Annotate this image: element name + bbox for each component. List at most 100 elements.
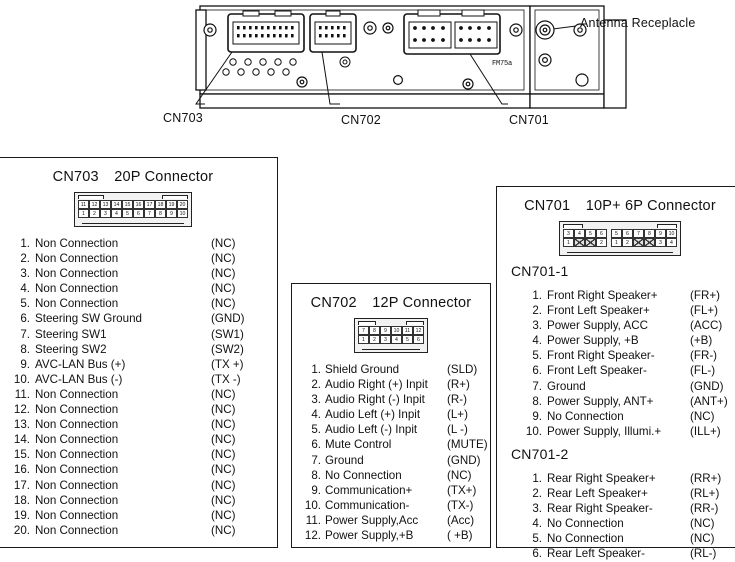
pin-list-item: 8. Steering SW2 (SW2) xyxy=(9,342,277,357)
pin-number: 6. xyxy=(311,438,321,452)
pin-list-item: 4. Non Connection (NC) xyxy=(9,281,277,296)
pin-signal-code: (SW1) xyxy=(211,327,244,341)
pin-signal-code: (TX-) xyxy=(447,498,474,512)
pin-list-item: 2. Rear Left Speaker+ (RL+) xyxy=(521,486,735,501)
connector-tab-left xyxy=(358,321,376,325)
pin-number: 5. xyxy=(532,532,542,546)
pin-number: 17. xyxy=(13,478,30,492)
connector-pin-9: 9 xyxy=(655,229,666,238)
pin-description: Front Right Speaker- xyxy=(547,349,655,363)
pin-list-item: 18. Non Connection (NC) xyxy=(9,493,277,508)
pin-signal-code: (NC) xyxy=(211,478,236,492)
pin-number: 4. xyxy=(532,334,542,348)
pin-description: Front Left Speaker+ xyxy=(547,304,650,318)
pin-number: 10. xyxy=(525,424,542,438)
pin-list-item: 6. Steering SW Ground (GND) xyxy=(9,311,277,326)
pin-signal-code: (NC) xyxy=(690,532,715,546)
pin-list-item: 12. Power Supply,+B ( +B) xyxy=(302,528,490,543)
connector-pin-2: 2 xyxy=(622,238,633,247)
pin-signal-code: (NC) xyxy=(211,448,236,462)
pin-description: Audio Right (-) Inpit xyxy=(325,393,425,407)
connector-pin-row-top: 3456 xyxy=(563,229,607,238)
pin-list-item: 3. Rear Right Speaker- (RR-) xyxy=(521,501,735,516)
connector-diagram-cn703: 11 12 13 14 15 16 17 18 19 20 1 2 3 4 5 6 7 8 9 10 xyxy=(0,192,277,227)
pin-signal-code: (ACC) xyxy=(690,319,723,333)
pin-description: Rear Left Speaker- xyxy=(547,547,645,561)
pin-list-item: 11. Non Connection (NC) xyxy=(9,387,277,402)
pin-description: Shield Ground xyxy=(325,363,400,376)
pin-description: Front Right Speaker+ xyxy=(547,289,658,302)
panel-title-type: 12P Connector xyxy=(372,295,472,311)
pin-signal-code: (NC) xyxy=(211,508,236,522)
pin-signal-code: (NC) xyxy=(211,252,236,266)
pin-list-item: 13. Non Connection (NC) xyxy=(9,417,277,432)
connector-pin-row-bottom: 123456 xyxy=(358,335,424,344)
connector-pin-2: 2 xyxy=(369,335,380,344)
pin-signal-code: (R+) xyxy=(447,378,470,392)
pin-list-item: 11. Power Supply,Acc (Acc) xyxy=(302,513,490,528)
pin-number: 7. xyxy=(20,327,30,341)
connector-pin-12: 12 xyxy=(413,326,424,335)
pin-number: 9. xyxy=(20,357,30,371)
pin-number: 3. xyxy=(532,319,542,333)
pin-number: 9. xyxy=(311,483,321,497)
pin-description: No Connection xyxy=(547,532,624,546)
pin-description: Non Connection xyxy=(35,433,119,447)
pin-number: 4. xyxy=(311,408,321,422)
pin-number: 11. xyxy=(14,387,30,401)
connector-pin-5: 5 xyxy=(122,209,133,218)
pin-signal-code: (NC) xyxy=(211,387,236,401)
pin-signal-code: (NC) xyxy=(690,409,715,423)
pin-number: 4. xyxy=(20,282,30,296)
connector-pin-4: 4 xyxy=(666,238,677,247)
pin-description: Power Supply,Acc xyxy=(325,513,419,527)
pin-description: Non Connection xyxy=(35,252,119,266)
pin-signal-code: (TX +) xyxy=(211,357,244,371)
pin-list-item: 12. Non Connection (NC) xyxy=(9,402,277,417)
connector-pin-7: 7 xyxy=(633,229,644,238)
pin-description: Non Connection xyxy=(35,508,119,522)
connector-panel-cn702: CN702 12P Connector 7 8 9 10 11 12 123456 1. S… xyxy=(291,283,491,548)
panel-title-type: 20P Connector xyxy=(114,169,214,185)
pin-number: 5. xyxy=(311,423,321,437)
pin-number: 6. xyxy=(532,364,542,378)
pin-number: 5. xyxy=(532,349,542,363)
pin-list-item: 5. No Connection (NC) xyxy=(521,531,735,546)
pin-signal-code: (SW2) xyxy=(211,342,244,356)
connector-pin-3: 3 xyxy=(380,335,391,344)
connector-pin-6: 6 xyxy=(622,229,633,238)
pin-number: 18. xyxy=(13,493,30,507)
connector-pin-blank xyxy=(633,238,644,247)
connector-panel-cn703: CN703 20P Connector 11 12 13 14 15 16 17 18 19 20… xyxy=(0,157,278,548)
pin-signal-code: (GND) xyxy=(690,379,724,393)
pin-number: 8. xyxy=(311,468,321,482)
panel-title-cn702: CN702 12P Connector xyxy=(292,295,490,311)
pin-signal-code: (NC) xyxy=(690,517,715,531)
connector-pin-4: 4 xyxy=(391,335,402,344)
panel-title-name: CN703 xyxy=(52,169,99,185)
connector-pin-11: 11 xyxy=(402,326,413,335)
pin-description: Non Connection xyxy=(35,523,119,537)
connector-pin-4: 4 xyxy=(111,209,122,218)
pin-list-item: 4. No Connection (NC) xyxy=(521,516,735,531)
pin-number: 1. xyxy=(532,471,542,485)
connector-pin-row-bottom: 1 2 3 4 5 6 7 8 9 10 xyxy=(78,209,188,218)
pin-list-item: 3. Non Connection (NC) xyxy=(9,266,277,281)
connector-pin-14: 14 xyxy=(111,200,122,209)
pin-number: 1. xyxy=(311,363,321,376)
connector-pin-5: 5 xyxy=(585,229,596,238)
pin-description: Rear Right Speaker- xyxy=(547,502,653,516)
connector-pin-3: 3 xyxy=(655,238,666,247)
pin-description: No Connection xyxy=(547,517,624,531)
pin-signal-code: (GND) xyxy=(211,312,245,326)
pin-number: 15. xyxy=(13,448,30,462)
pin-list-item: 6. Rear Left Speaker- (RL-) xyxy=(521,546,735,561)
pin-number: 10. xyxy=(304,498,321,512)
connector-pin-row-top: 5 6 7 8 9 10 xyxy=(611,229,677,238)
callout-label-cn702: CN702 xyxy=(341,113,381,127)
pin-signal-code: (NC) xyxy=(211,463,236,477)
pin-description: Front Left Speaker- xyxy=(547,364,647,378)
pin-signal-code: (L+) xyxy=(447,408,468,422)
connector-pin-8: 8 xyxy=(644,229,655,238)
pin-signal-code: (NC) xyxy=(211,237,236,250)
